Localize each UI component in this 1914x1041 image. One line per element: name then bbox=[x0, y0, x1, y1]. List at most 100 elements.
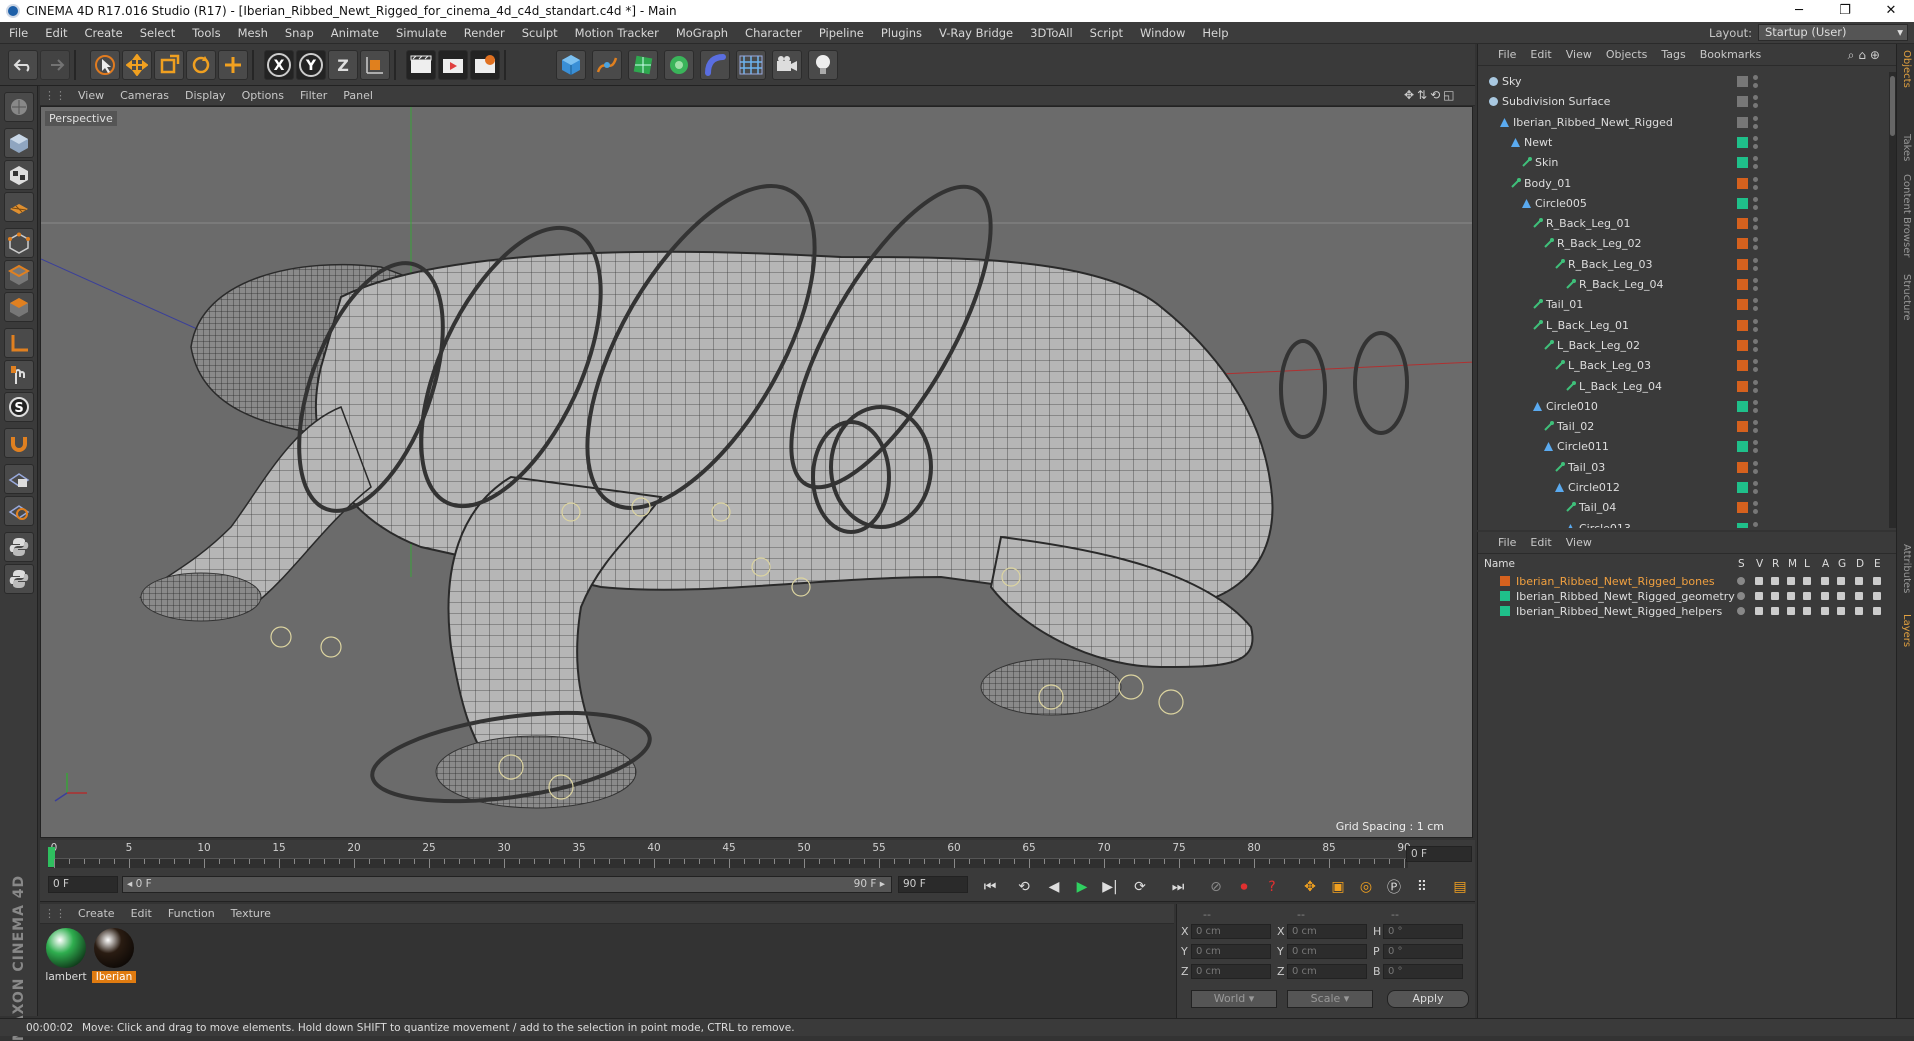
viewport-menu-view[interactable]: View bbox=[70, 89, 112, 102]
editor-visibility-dot[interactable] bbox=[1753, 196, 1758, 202]
render-visibility-dot[interactable] bbox=[1753, 346, 1758, 352]
editor-visibility-dot[interactable] bbox=[1753, 460, 1758, 466]
object-manager-search-icon[interactable]: ⌕⌂⊕ bbox=[1848, 48, 1884, 63]
object-row-r-back-leg-01[interactable]: R_Back_Leg_01 bbox=[1478, 214, 1888, 234]
layer-flag-toggle[interactable] bbox=[1803, 592, 1811, 600]
editor-visibility-dot[interactable] bbox=[1753, 359, 1758, 365]
editor-visibility-dot[interactable] bbox=[1753, 75, 1758, 80]
previous-key-icon[interactable]: ⟲ bbox=[1012, 876, 1036, 898]
axis-mode-icon[interactable] bbox=[4, 328, 34, 358]
layer-flag-toggle[interactable] bbox=[1855, 607, 1863, 615]
recent-tool-icon[interactable] bbox=[218, 50, 248, 80]
rotate-tool-icon[interactable] bbox=[186, 50, 216, 80]
menu-tools[interactable]: Tools bbox=[183, 26, 228, 40]
render-visibility-dot[interactable] bbox=[1753, 83, 1758, 88]
object-row-sky[interactable]: Sky bbox=[1478, 72, 1888, 92]
render-settings-icon[interactable] bbox=[470, 50, 500, 80]
layer-flag-toggle[interactable] bbox=[1771, 592, 1779, 600]
object-layer-color[interactable] bbox=[1737, 380, 1748, 392]
preview-start-field[interactable]: 0 F bbox=[48, 876, 118, 893]
viewport-menu-options[interactable]: Options bbox=[234, 89, 292, 102]
render-visibility-dot[interactable] bbox=[1753, 143, 1758, 149]
current-frame-field[interactable]: 0 F bbox=[1406, 846, 1472, 862]
layer-column-d[interactable]: D bbox=[1856, 558, 1864, 570]
object-layer-color[interactable] bbox=[1737, 421, 1748, 433]
object-layer-color[interactable] bbox=[1737, 319, 1748, 331]
floor-environment-icon[interactable] bbox=[736, 50, 766, 80]
render-visibility-dot[interactable] bbox=[1753, 204, 1758, 210]
layer-flag-toggle[interactable] bbox=[1837, 592, 1845, 600]
objects-menu-tags[interactable]: Tags bbox=[1655, 48, 1693, 61]
coord-field-x[interactable]: 0 cm bbox=[1191, 924, 1271, 939]
object-row-circle005[interactable]: Circle005 bbox=[1478, 194, 1888, 214]
render-visibility-dot[interactable] bbox=[1753, 326, 1758, 332]
workplane-lock-icon[interactable] bbox=[4, 464, 34, 494]
maximize-button[interactable]: ❐ bbox=[1822, 0, 1868, 22]
material-menu-create[interactable]: Create bbox=[70, 907, 123, 920]
deformer-bend-icon[interactable] bbox=[700, 50, 730, 80]
object-row-l-back-leg-01[interactable]: L_Back_Leg_01 bbox=[1478, 316, 1888, 336]
coord-field-h[interactable]: 0 ° bbox=[1383, 924, 1463, 939]
viewport-menu-cameras[interactable]: Cameras bbox=[112, 89, 177, 102]
magnet-icon[interactable] bbox=[4, 428, 34, 458]
layer-column-g[interactable]: G bbox=[1838, 558, 1846, 570]
object-layer-color[interactable] bbox=[1737, 461, 1748, 473]
object-layer-color[interactable] bbox=[1737, 157, 1748, 169]
editor-visibility-dot[interactable] bbox=[1753, 257, 1758, 263]
object-layer-color[interactable] bbox=[1737, 177, 1748, 189]
layer-flag-toggle[interactable] bbox=[1821, 592, 1829, 600]
menu-render[interactable]: Render bbox=[455, 26, 513, 40]
editor-visibility-dot[interactable] bbox=[1753, 501, 1758, 507]
render-visibility-dot[interactable] bbox=[1753, 448, 1758, 454]
editor-visibility-dot[interactable] bbox=[1753, 217, 1758, 223]
render-visibility-dot[interactable] bbox=[1753, 509, 1758, 515]
object-row-tail-03[interactable]: Tail_03 bbox=[1478, 458, 1888, 478]
object-row-newt[interactable]: Newt bbox=[1478, 133, 1888, 153]
snapping-icon[interactable]: S bbox=[4, 392, 34, 422]
layer-flag-toggle[interactable] bbox=[1837, 577, 1845, 585]
object-layer-color[interactable] bbox=[1737, 76, 1748, 87]
play-forward-icon[interactable]: ▶ bbox=[1070, 876, 1094, 898]
python-script-2-icon[interactable] bbox=[4, 564, 34, 594]
menu-snap[interactable]: Snap bbox=[276, 26, 322, 40]
coord-field-y[interactable]: 0 cm bbox=[1287, 944, 1367, 959]
layer-flag-toggle[interactable] bbox=[1771, 577, 1779, 585]
object-layer-color[interactable] bbox=[1737, 360, 1748, 372]
layout-dropdown[interactable]: Startup (User) ▾ bbox=[1758, 24, 1908, 41]
object-layer-color[interactable] bbox=[1737, 258, 1748, 270]
layer-column-r[interactable]: R bbox=[1772, 558, 1779, 570]
object-row-tail-02[interactable]: Tail_02 bbox=[1478, 417, 1888, 437]
object-layer-color[interactable] bbox=[1737, 339, 1748, 351]
object-row-l-back-leg-03[interactable]: L_Back_Leg_03 bbox=[1478, 356, 1888, 376]
menu-window[interactable]: Window bbox=[1131, 26, 1193, 40]
object-row-circle011[interactable]: Circle011 bbox=[1478, 437, 1888, 457]
coordinate-space-dropdown[interactable]: World ▾ bbox=[1191, 990, 1277, 1008]
menu-edit[interactable]: Edit bbox=[36, 26, 75, 40]
objects-menu-objects[interactable]: Objects bbox=[1600, 48, 1656, 61]
dock-tab-attributes[interactable]: Attributes bbox=[1901, 544, 1912, 593]
material-menu-edit[interactable]: Edit bbox=[123, 907, 160, 920]
layer-flag-toggle[interactable] bbox=[1755, 592, 1763, 600]
menu-mesh[interactable]: Mesh bbox=[229, 26, 276, 40]
menu-script[interactable]: Script bbox=[1081, 26, 1131, 40]
object-layer-color[interactable] bbox=[1737, 400, 1748, 412]
timeline-window-icon[interactable]: ▤ bbox=[1448, 876, 1472, 898]
layer-flag-toggle[interactable] bbox=[1837, 607, 1845, 615]
material-iberian[interactable]: Iberian bbox=[92, 928, 136, 983]
dock-tab-layers[interactable]: Layers bbox=[1901, 614, 1912, 647]
tweak-mode-icon[interactable] bbox=[4, 360, 34, 390]
go-to-end-icon[interactable]: ⏭ bbox=[1166, 876, 1190, 898]
object-row-r-back-leg-04[interactable]: R_Back_Leg_04 bbox=[1478, 275, 1888, 295]
dock-tab-takes[interactable]: Takes bbox=[1901, 134, 1912, 161]
menu-character[interactable]: Character bbox=[736, 26, 810, 40]
layer-row[interactable]: Iberian_Ribbed_Newt_Rigged_bones bbox=[1478, 574, 1888, 589]
menu-plugins[interactable]: Plugins bbox=[872, 26, 930, 40]
editor-visibility-dot[interactable] bbox=[1753, 318, 1758, 324]
layers-menu-file[interactable]: File bbox=[1492, 536, 1524, 549]
object-row-r-back-leg-02[interactable]: R_Back_Leg_02 bbox=[1478, 234, 1888, 254]
editor-visibility-dot[interactable] bbox=[1753, 338, 1758, 344]
preview-end-field[interactable]: 90 F bbox=[898, 876, 968, 893]
coord-field-x[interactable]: 0 cm bbox=[1287, 924, 1367, 939]
key-position-icon[interactable]: ✥ bbox=[1298, 876, 1322, 898]
object-layer-color[interactable] bbox=[1737, 96, 1748, 108]
